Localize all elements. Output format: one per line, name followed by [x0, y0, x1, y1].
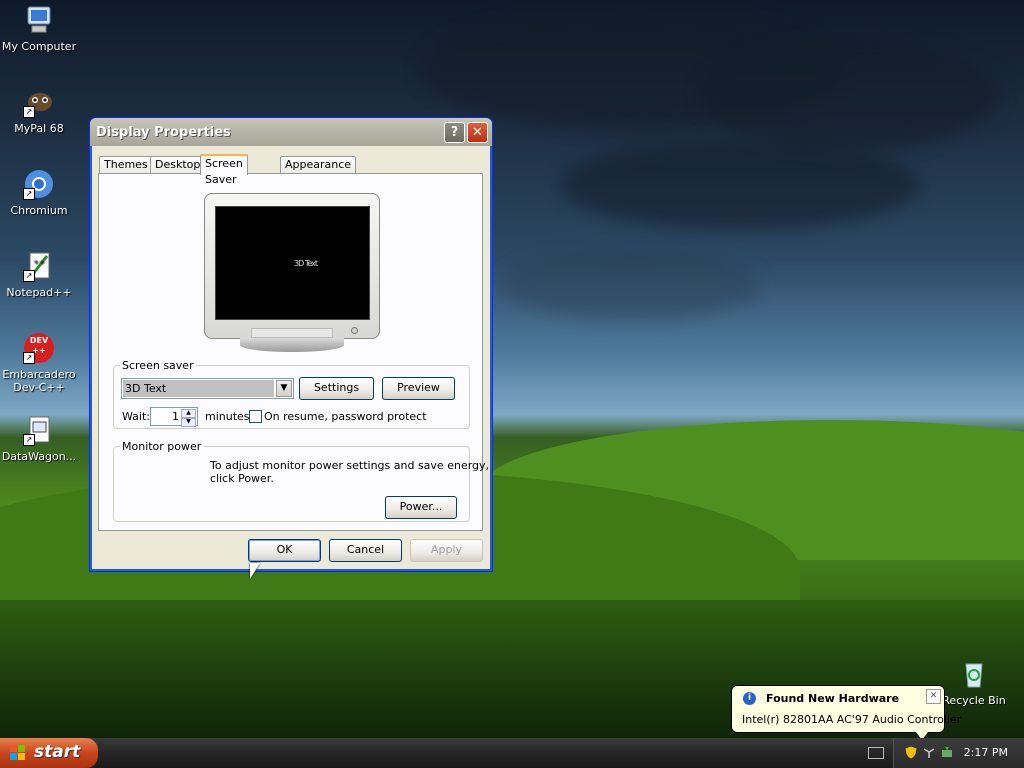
system-tray: 2:17 PM: [893, 738, 1024, 768]
preview-button[interactable]: Preview: [382, 377, 455, 400]
wait-minutes-value[interactable]: 1: [172, 409, 179, 424]
safely-remove-hardware-icon[interactable]: [940, 745, 954, 759]
desktop-icon-dev-cpp[interactable]: DEV ++ ↗ Embarcadero Dev-C++: [0, 332, 78, 394]
help-icon: ?: [450, 125, 459, 140]
chevron-down-icon[interactable]: ▼: [181, 418, 196, 427]
screen-saver-panel: 3D Text Screen saver 3D Text ▼ Settings …: [98, 173, 489, 531]
minutes-label: minutes: [205, 410, 250, 423]
desktop-icon-label: Recycle Bin: [942, 694, 1006, 707]
cancel-button[interactable]: Cancel: [329, 539, 402, 562]
chevron-up-icon[interactable]: ▲: [181, 409, 196, 418]
notepad-plus-icon: ++ ↗: [23, 250, 55, 282]
desktop-icon-label: DataWagon...: [1, 450, 77, 463]
window-title: Display Properties: [96, 125, 231, 140]
monitor-power-description-2: click Power.: [210, 472, 274, 485]
shortcut-arrow-icon: ↗: [23, 352, 35, 364]
windows-flag-icon: [10, 745, 25, 760]
keyboard-icon[interactable]: [868, 747, 884, 759]
dev-cpp-icon: DEV ++ ↗: [23, 332, 55, 364]
start-button[interactable]: start: [0, 738, 98, 768]
shortcut-arrow-icon: ↗: [23, 270, 35, 282]
network-icon[interactable]: [922, 745, 936, 759]
wait-label: Wait:: [122, 410, 150, 423]
monitor-drive-slot: [251, 328, 333, 338]
computer-icon: [23, 4, 55, 36]
tab-screen-saver[interactable]: Screen Saver: [200, 154, 248, 186]
start-label: start: [34, 742, 81, 762]
chromium-icon: ↗: [23, 168, 55, 200]
monitor-stand: [240, 338, 344, 352]
svg-text:++: ++: [33, 258, 45, 266]
taskbar: start 2:17 PM: [0, 738, 1024, 768]
stepper-arrows[interactable]: ▲ ▼: [181, 409, 196, 427]
display-properties-window: Display Properties ? ✕ Themes Desktop Sc…: [89, 117, 493, 572]
desktop-icon-recycle-bin[interactable]: Recycle Bin: [935, 658, 1013, 707]
help-button[interactable]: ?: [444, 122, 465, 143]
monitor-power-group-label: Monitor power: [122, 440, 202, 453]
preview-3d-text: 3D Text: [294, 259, 318, 268]
settings-button[interactable]: Settings: [299, 377, 374, 400]
mouse-cursor-icon: [250, 563, 260, 579]
desktop-icon-label: Embarcadero Dev-C++: [2, 368, 76, 394]
monitor-preview: 3D Text: [204, 193, 380, 352]
wait-minutes-stepper[interactable]: 1 ▲ ▼: [150, 407, 198, 427]
desktop-icon-label: Chromium: [10, 204, 68, 217]
balloon-message: Intel(r) 82801AA AC'97 Audio Controller: [742, 713, 962, 726]
security-shield-icon[interactable]: [904, 745, 918, 760]
desktop-icon-notepad-plus[interactable]: ++ ↗ Notepad++: [0, 250, 78, 299]
info-icon: i: [743, 692, 756, 705]
monitor-power-description-1: To adjust monitor power settings and sav…: [210, 459, 490, 472]
balloon-close-icon[interactable]: ✕: [926, 689, 941, 704]
power-led-icon: [351, 327, 358, 334]
password-protect-checkbox[interactable]: [249, 410, 262, 423]
found-new-hardware-balloon[interactable]: i Found New Hardware Intel(r) 82801AA AC…: [731, 685, 961, 740]
browser-mypal-icon: ↗: [23, 86, 55, 118]
desktop-icon-label: Notepad++: [6, 286, 72, 299]
shortcut-arrow-icon: ↗: [23, 106, 35, 118]
balloon-title: Found New Hardware: [766, 692, 900, 705]
title-bar[interactable]: Display Properties ? ✕: [90, 118, 492, 146]
desktop-icon-chromium[interactable]: ↗ Chromium: [0, 168, 78, 217]
screen-saver-selected-value: 3D Text: [123, 380, 274, 397]
tab-themes[interactable]: Themes: [99, 156, 153, 173]
screen-saver-group-label: Screen saver: [122, 359, 194, 372]
apply-button[interactable]: Apply: [410, 539, 483, 562]
password-protect-label[interactable]: On resume, password protect: [264, 410, 427, 423]
close-icon: ✕: [472, 125, 483, 140]
tab-appearance[interactable]: Appearance: [280, 156, 357, 173]
desktop-icon-label: MyPal 68: [14, 122, 64, 135]
datawagon-icon: ↗: [23, 414, 55, 446]
recycle-bin-icon: [958, 658, 990, 690]
preview-screen: 3D Text: [215, 206, 370, 320]
shortcut-arrow-icon: ↗: [23, 188, 35, 200]
close-button[interactable]: ✕: [467, 122, 488, 143]
desktop-icon-mypal[interactable]: ↗ MyPal 68: [0, 86, 78, 135]
ok-button[interactable]: OK: [248, 539, 321, 562]
screen-saver-select[interactable]: 3D Text ▼: [121, 378, 294, 399]
taskbar-clock[interactable]: 2:17 PM: [964, 746, 1008, 759]
tab-desktop[interactable]: Desktop: [150, 156, 206, 173]
desktop-icon-label: My Computer: [1, 40, 77, 53]
power-button[interactable]: Power...: [385, 496, 457, 519]
desktop-icon-datawagon[interactable]: ↗ DataWagon...: [0, 414, 78, 463]
shortcut-arrow-icon: ↗: [23, 434, 35, 446]
chevron-down-icon[interactable]: ▼: [276, 380, 292, 397]
desktop-icon-my-computer[interactable]: My Computer: [0, 4, 78, 53]
